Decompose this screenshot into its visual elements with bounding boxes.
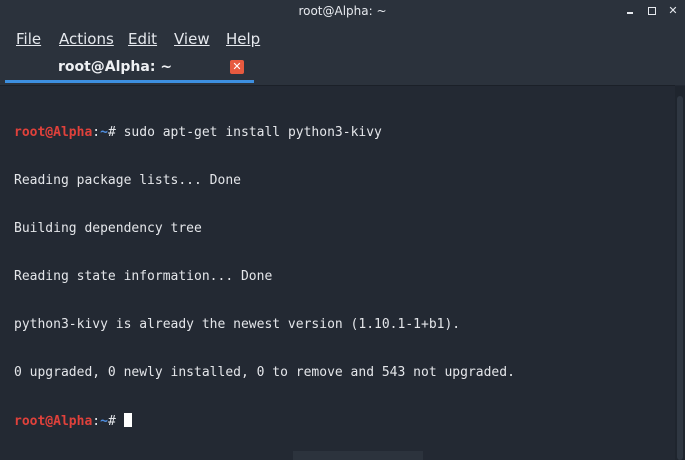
minimize-icon[interactable]: [622, 3, 638, 19]
tab-close-icon[interactable]: ✕: [230, 60, 244, 74]
text-cursor: [123, 413, 132, 427]
title-bar[interactable]: root@Alpha: ~ ✕: [0, 0, 685, 24]
maximize-icon[interactable]: [644, 3, 660, 19]
prompt-path: ~: [100, 125, 108, 140]
menu-file[interactable]: File: [16, 30, 41, 48]
bottom-strip: [293, 451, 423, 460]
prompt-separator: :: [92, 125, 101, 140]
command-text: sudo apt-get install python3-kivy: [123, 125, 382, 140]
window-title: root@Alpha: ~: [298, 4, 387, 18]
terminal-output[interactable]: root@Alpha:~# sudo apt-get install pytho…: [0, 85, 675, 460]
output-line: Building dependency tree: [14, 221, 202, 236]
prompt-hash: #: [107, 125, 124, 140]
command-line: root@Alpha:~# sudo apt-get install pytho…: [14, 125, 515, 141]
vertical-scrollbar[interactable]: [675, 86, 685, 460]
prompt-user: root@Alpha: [14, 414, 93, 429]
tab-bar: root@Alpha: ~ ✕: [0, 53, 685, 85]
menu-help[interactable]: Help: [226, 30, 260, 48]
menu-view[interactable]: View: [174, 30, 210, 48]
menu-actions[interactable]: Actions: [59, 30, 114, 48]
menu-bar: File Actions Edit View Help: [0, 24, 685, 53]
output-line: python3-kivy is already the newest versi…: [14, 317, 461, 332]
output-line: Reading state information... Done: [14, 269, 273, 284]
scrollbar-thumb[interactable]: [677, 96, 683, 460]
menu-edit[interactable]: Edit: [128, 30, 157, 48]
output-line: Reading package lists... Done: [14, 173, 241, 188]
tab-active-indicator: [5, 80, 254, 83]
prompt-path: ~: [100, 414, 108, 429]
terminal-window: root@Alpha: ~ ✕ File Actions Edit View H…: [0, 0, 685, 460]
prompt-hash: #: [107, 414, 124, 429]
current-prompt-line: root@Alpha:~#: [14, 413, 515, 429]
prompt-user: root@Alpha: [14, 125, 93, 140]
tab-label: root@Alpha: ~: [57, 59, 173, 75]
output-line: 0 upgraded, 0 newly installed, 0 to remo…: [14, 365, 515, 380]
close-icon[interactable]: ✕: [665, 3, 681, 19]
prompt-separator: :: [92, 414, 101, 429]
tab-terminal[interactable]: root@Alpha: ~ ✕: [5, 53, 254, 85]
